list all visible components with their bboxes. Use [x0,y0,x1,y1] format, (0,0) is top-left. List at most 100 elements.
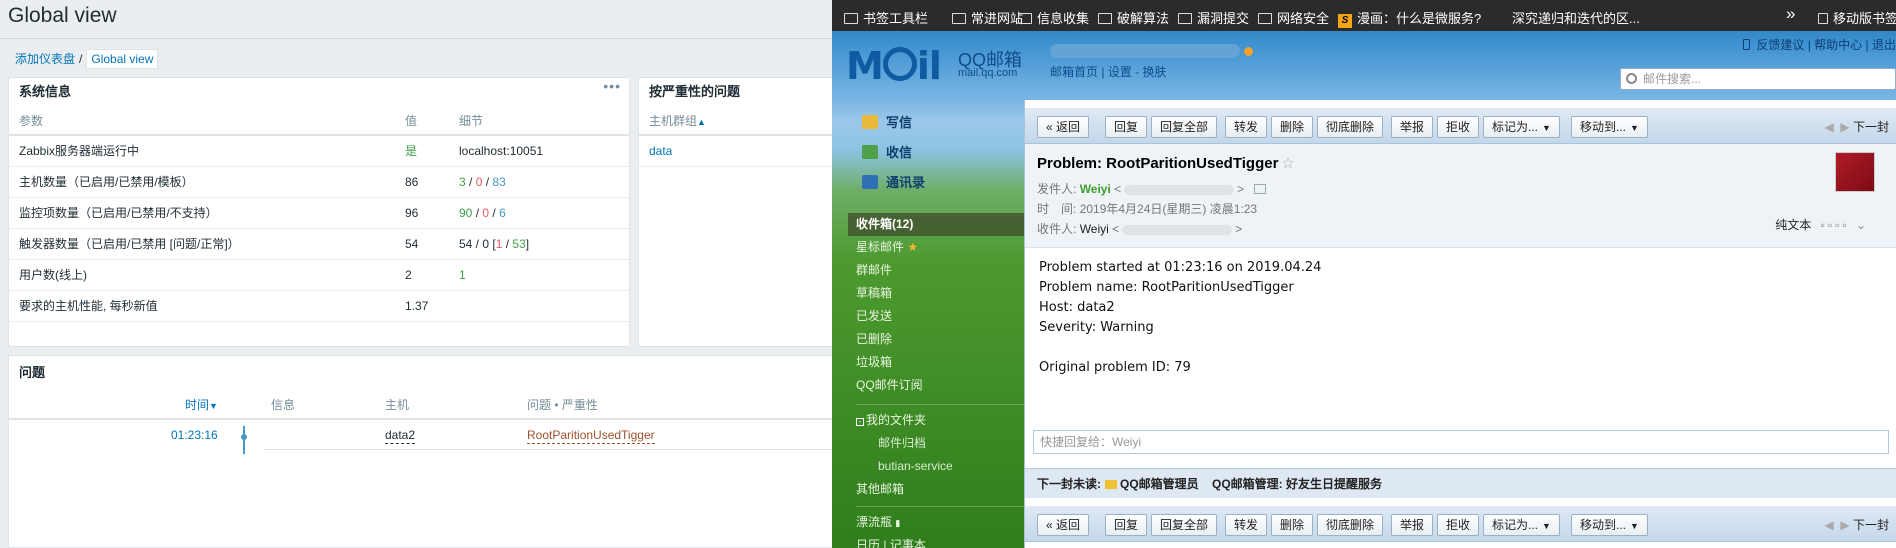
qq-mail-logo[interactable]: Mil [846,44,942,88]
problem-host[interactable]: data2 [385,427,416,444]
folder-starred[interactable]: 星标邮件 ★ [848,236,1040,259]
plain-text-link[interactable]: 纯文本 [1775,218,1811,232]
reply-all-button[interactable]: 回复全部 [1151,116,1218,138]
column-header-host-group[interactable]: 主机群组▲ [649,106,706,137]
drift-bottle[interactable]: 漂流瓶 ▮ [848,511,1040,534]
help-link[interactable]: 帮助中心 [1814,38,1862,52]
problem-time[interactable]: 01:23:16 [171,420,218,450]
reply-button[interactable]: 回复 [1105,514,1148,536]
site-badge-icon: S [1338,14,1352,28]
next-mail-link[interactable]: 下一封 [1853,120,1889,134]
table-row: 01:23:16 data2 RootParitionUsedTigger [9,420,832,454]
problem-name[interactable]: RootParitionUsedTigger [527,427,655,444]
phone-icon[interactable] [1743,39,1751,50]
chevron-down-icon: ▼ [1630,123,1639,133]
mail-search-input[interactable]: 邮件搜索... [1620,68,1896,90]
bookmark-folder[interactable]: 破解算法 [1098,8,1169,27]
folder-butian-service[interactable]: butian-service [848,455,1040,478]
calendar-notes: 日历 | 记事本 [848,534,1040,548]
folder-deleted[interactable]: 已删除 [848,328,1040,351]
collapse-icon: - [856,418,864,426]
forward-button[interactable]: 转发 [1225,514,1268,536]
mark-as-dropdown[interactable]: 标记为... ▼ [1483,116,1560,138]
folder-list: 收件箱(12) 星标邮件 ★ 群邮件 草稿箱 已发送 已删除 垃圾箱 QQ邮件订… [848,213,1040,548]
my-folders-toggle[interactable]: - 我的文件夹 [848,409,1040,432]
next-unread-link[interactable]: QQ邮箱管理: 好友生日提醒服务 [1212,477,1382,491]
bookmark-article[interactable]: 深究递归和迭代的区... [1512,8,1640,27]
settings-link[interactable]: 设置 [1108,65,1132,79]
reject-button[interactable]: 拒收 [1437,116,1480,138]
subject-text: Problem: RootParitionUsedTigger [1037,155,1279,172]
dropdown-label: 移动到... [1580,518,1627,532]
report-button[interactable]: 举报 [1391,116,1434,138]
delete-button[interactable]: 删除 [1271,116,1314,138]
reply-button[interactable]: 回复 [1105,116,1148,138]
breadcrumb-current[interactable]: Global view [86,49,159,69]
contact-card-icon[interactable] [1253,184,1266,194]
bookmark-folder[interactable]: 书签工具栏 [844,8,928,27]
bookmark-folder[interactable]: 漏洞提交 [1178,8,1249,27]
folder-sent[interactable]: 已发送 [848,305,1040,328]
folder-inbox[interactable]: 收件箱(12) [848,213,1040,236]
table-row: 用户数(线上) 2 1 [9,260,629,291]
mailbox-home-link[interactable]: 邮箱首页 [1050,65,1098,79]
other-mailboxes[interactable]: 其他邮箱 [848,478,1040,501]
folder-group-mail[interactable]: 群邮件 [848,259,1040,282]
receive-button[interactable]: 收信 [862,142,912,161]
host-group-name[interactable]: data [649,144,672,158]
view-mode-icons[interactable]: ▫▫▫▫ ⌄ [1821,218,1869,232]
write-button[interactable]: 写信 [862,112,912,131]
recipient-name[interactable]: Weiyi [1080,222,1109,236]
bookmarks-overflow-icon[interactable]: » [1786,4,1795,24]
sender-email-blurred [1124,184,1235,195]
calendar-link[interactable]: 日历 [856,538,880,548]
notes-link[interactable]: 记事本 [890,538,926,548]
folder-archive[interactable]: 邮件归档 [848,432,1040,455]
next-mail-link[interactable]: 下一封 [1853,518,1889,532]
logout-link[interactable]: 退出 [1872,38,1896,52]
move-to-dropdown[interactable]: 移动到... ▼ [1571,514,1648,536]
folder-spam[interactable]: 垃圾箱 [848,351,1040,374]
reply-all-button[interactable]: 回复全部 [1151,514,1218,536]
mail-to: 收件人: Weiyi < > [1037,222,1243,236]
widget-menu-icon[interactable]: ••• [603,78,621,94]
forward-button[interactable]: 转发 [1225,116,1268,138]
back-button[interactable]: « 返回 [1037,514,1090,536]
sender-avatar[interactable] [1835,152,1875,192]
delete-button[interactable]: 删除 [1271,514,1314,536]
sender-name[interactable]: Weiyi [1080,182,1111,196]
move-to-dropdown[interactable]: 移动到... ▼ [1571,116,1648,138]
mail-time: 时 间: 2019年4月24日(星期三) 凌晨1:23 [1037,200,1257,217]
zabbix-window: Global view 添加仪表盘 / Global view 系统信息 ••• 参… [0,0,832,548]
bookmark-folder[interactable]: 网络安全 [1258,8,1329,27]
mark-as-dropdown[interactable]: 标记为... ▼ [1483,514,1560,536]
dropdown-label: 标记为... [1492,518,1539,532]
feedback-link[interactable]: 反馈建议 [1756,38,1804,52]
quick-reply-input[interactable]: 快捷回复给：Weiyi [1033,430,1889,454]
mobile-bookmarks[interactable]: 移动版书签 [1818,8,1896,27]
bookmark-label: 常进网站 [971,11,1024,26]
column-header-time[interactable]: 时间▼ [185,390,218,421]
time-value: 2019年4月24日(星期三) 凌晨1:23 [1079,202,1258,216]
host-group-link[interactable]: data [649,136,672,167]
reject-button[interactable]: 拒收 [1437,514,1480,536]
breadcrumb-dashboard-link[interactable]: 添加仪表盘 [15,52,75,66]
delete-permanently-button[interactable]: 彻底删除 [1317,514,1384,536]
back-button[interactable]: « 返回 [1037,116,1090,138]
delete-permanently-button[interactable]: 彻底删除 [1317,116,1384,138]
from-label: 发件人: [1037,182,1077,196]
change-skin-link[interactable]: 换肤 [1143,65,1167,79]
folder-subscriptions[interactable]: QQ邮件订阅 [848,374,1040,397]
next-unread-link[interactable]: QQ邮箱管理员 [1120,477,1199,491]
bookmark-comic[interactable]: S 漫画：什么是微服务? [1338,8,1481,28]
contacts-button[interactable]: 通讯录 [862,172,925,191]
folder-drafts[interactable]: 草稿箱 [848,282,1040,305]
folder-icon [1258,13,1272,24]
bookmark-folder[interactable]: 常进网站 [952,8,1023,27]
column-header-value: 值 [405,114,418,128]
envelope-icon [1105,480,1117,489]
star-toggle-icon[interactable]: ☆ [1281,155,1294,172]
report-button[interactable]: 举报 [1391,514,1434,536]
disabled-count: 0 [475,175,483,189]
bookmark-folder[interactable]: 信息收集 [1018,8,1089,27]
